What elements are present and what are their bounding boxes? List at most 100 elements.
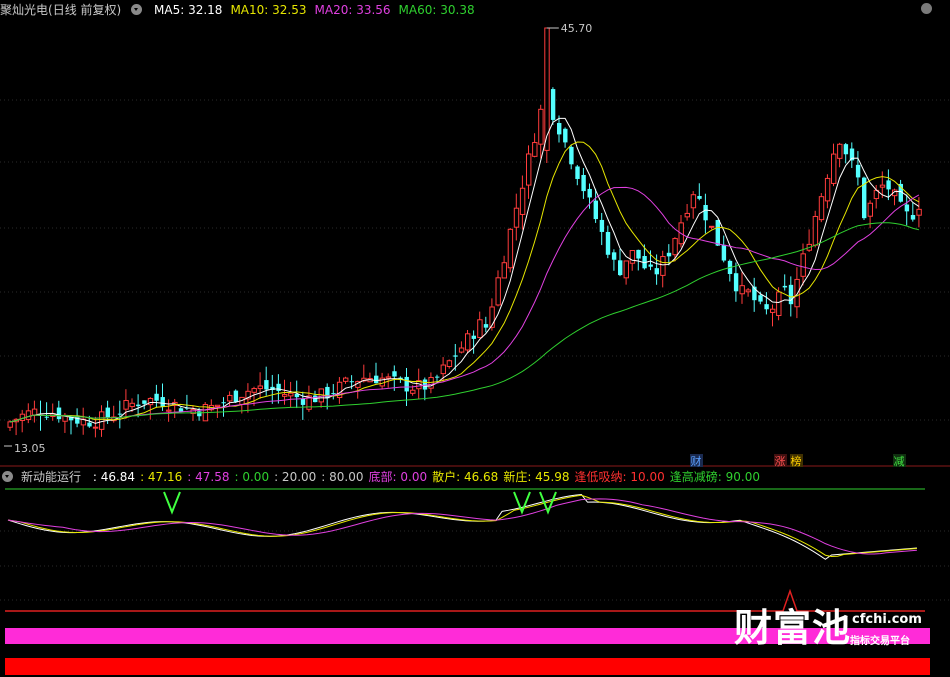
candle-body (605, 231, 611, 255)
candle-body (764, 304, 769, 310)
watermark-logo: 财富池 cfchi.com 指标交易平台 (734, 606, 934, 656)
candle-body (660, 256, 666, 276)
candle-body (136, 404, 141, 407)
candle-body (56, 407, 62, 420)
candle-body (483, 324, 489, 328)
candle-body (654, 268, 659, 275)
candle-body (501, 262, 508, 279)
candle-body (745, 289, 751, 293)
candle-body (886, 180, 891, 190)
candle-body (569, 146, 574, 165)
candle-body (276, 383, 281, 391)
candle-body (599, 219, 605, 232)
candle-body (519, 187, 526, 215)
candle-body (343, 377, 349, 382)
candle-body (703, 205, 708, 221)
candle-body (538, 108, 544, 145)
candle-body (214, 404, 221, 408)
candle-body (550, 89, 556, 120)
candle-body (99, 411, 105, 430)
candle-body (739, 285, 745, 295)
candle-body (684, 212, 690, 218)
candle-body (721, 244, 727, 261)
candle-body (672, 238, 678, 256)
candle-body (160, 397, 165, 407)
candle-body (495, 277, 501, 306)
candle-body (123, 400, 129, 410)
candle-body (526, 153, 532, 186)
marker-text: 涨 (775, 455, 786, 468)
indicator-line (7, 498, 917, 555)
low-price-label: 13.05 (14, 442, 46, 455)
candle-body (385, 376, 392, 379)
candle-body (709, 225, 715, 228)
candle-body (404, 376, 409, 392)
candle-body (824, 177, 831, 202)
candle-body (440, 364, 447, 375)
candle-body (557, 122, 562, 135)
candle-body (410, 389, 416, 394)
candle-body (879, 184, 886, 188)
candle-body (843, 144, 849, 155)
candle-body (233, 390, 239, 402)
candle-body (221, 402, 226, 404)
candle-body (593, 200, 598, 220)
candle-body (812, 215, 819, 246)
candle-body (690, 194, 697, 209)
candle-body (587, 188, 592, 198)
candle-body (788, 284, 794, 305)
candle-body (910, 214, 916, 220)
candle-body (251, 388, 257, 393)
candle-body (471, 335, 476, 339)
candle-body (19, 413, 26, 421)
candle-body (818, 196, 825, 221)
candle-body (904, 204, 910, 212)
candle-body (611, 252, 617, 260)
candle-body (257, 385, 264, 390)
stock-chart[interactable]: 45.70 13.05 财 涨榜 减 (0, 0, 950, 677)
candle-body (264, 380, 269, 390)
watermark-subtitle: 指标交易平台 (850, 636, 910, 647)
candle-body (697, 196, 702, 199)
candle-body (477, 319, 483, 338)
watermark-url: cfchi.com (852, 612, 922, 627)
candle-body (776, 291, 782, 316)
candle-body (648, 264, 653, 267)
candle-body (629, 250, 636, 264)
candle-body (300, 398, 306, 405)
candle-body (374, 375, 379, 384)
candle-body (325, 386, 330, 399)
candle-body (831, 153, 837, 184)
candle-body (636, 249, 641, 259)
candle-body (867, 202, 873, 217)
candle-body (575, 166, 580, 179)
ma-line-60 (9, 222, 920, 423)
candle-body (154, 393, 159, 401)
candle-body (453, 355, 458, 357)
candle-body (129, 402, 135, 408)
candle-body (563, 128, 568, 143)
candle-body (92, 426, 99, 429)
candle-body (331, 393, 336, 395)
candle-body (142, 400, 147, 404)
candle-body (837, 143, 843, 159)
candle-body (715, 220, 720, 246)
candle-body (800, 253, 806, 277)
candle-body (392, 371, 397, 377)
candle-body (782, 285, 788, 288)
candle-body (618, 260, 623, 276)
ma-line-20 (9, 186, 920, 423)
candle-body (513, 207, 520, 228)
candle-body (349, 381, 354, 383)
candle-body (770, 308, 776, 313)
candle-body (666, 252, 672, 257)
ma-line-10 (9, 141, 920, 423)
marker-text: 财 (691, 454, 702, 468)
ma-line-5 (9, 117, 920, 424)
candle-body (117, 413, 123, 415)
candles (7, 27, 922, 438)
candle-body (166, 409, 172, 412)
candle-body (197, 411, 202, 417)
candle-body (105, 407, 110, 418)
candle-body (44, 416, 49, 418)
